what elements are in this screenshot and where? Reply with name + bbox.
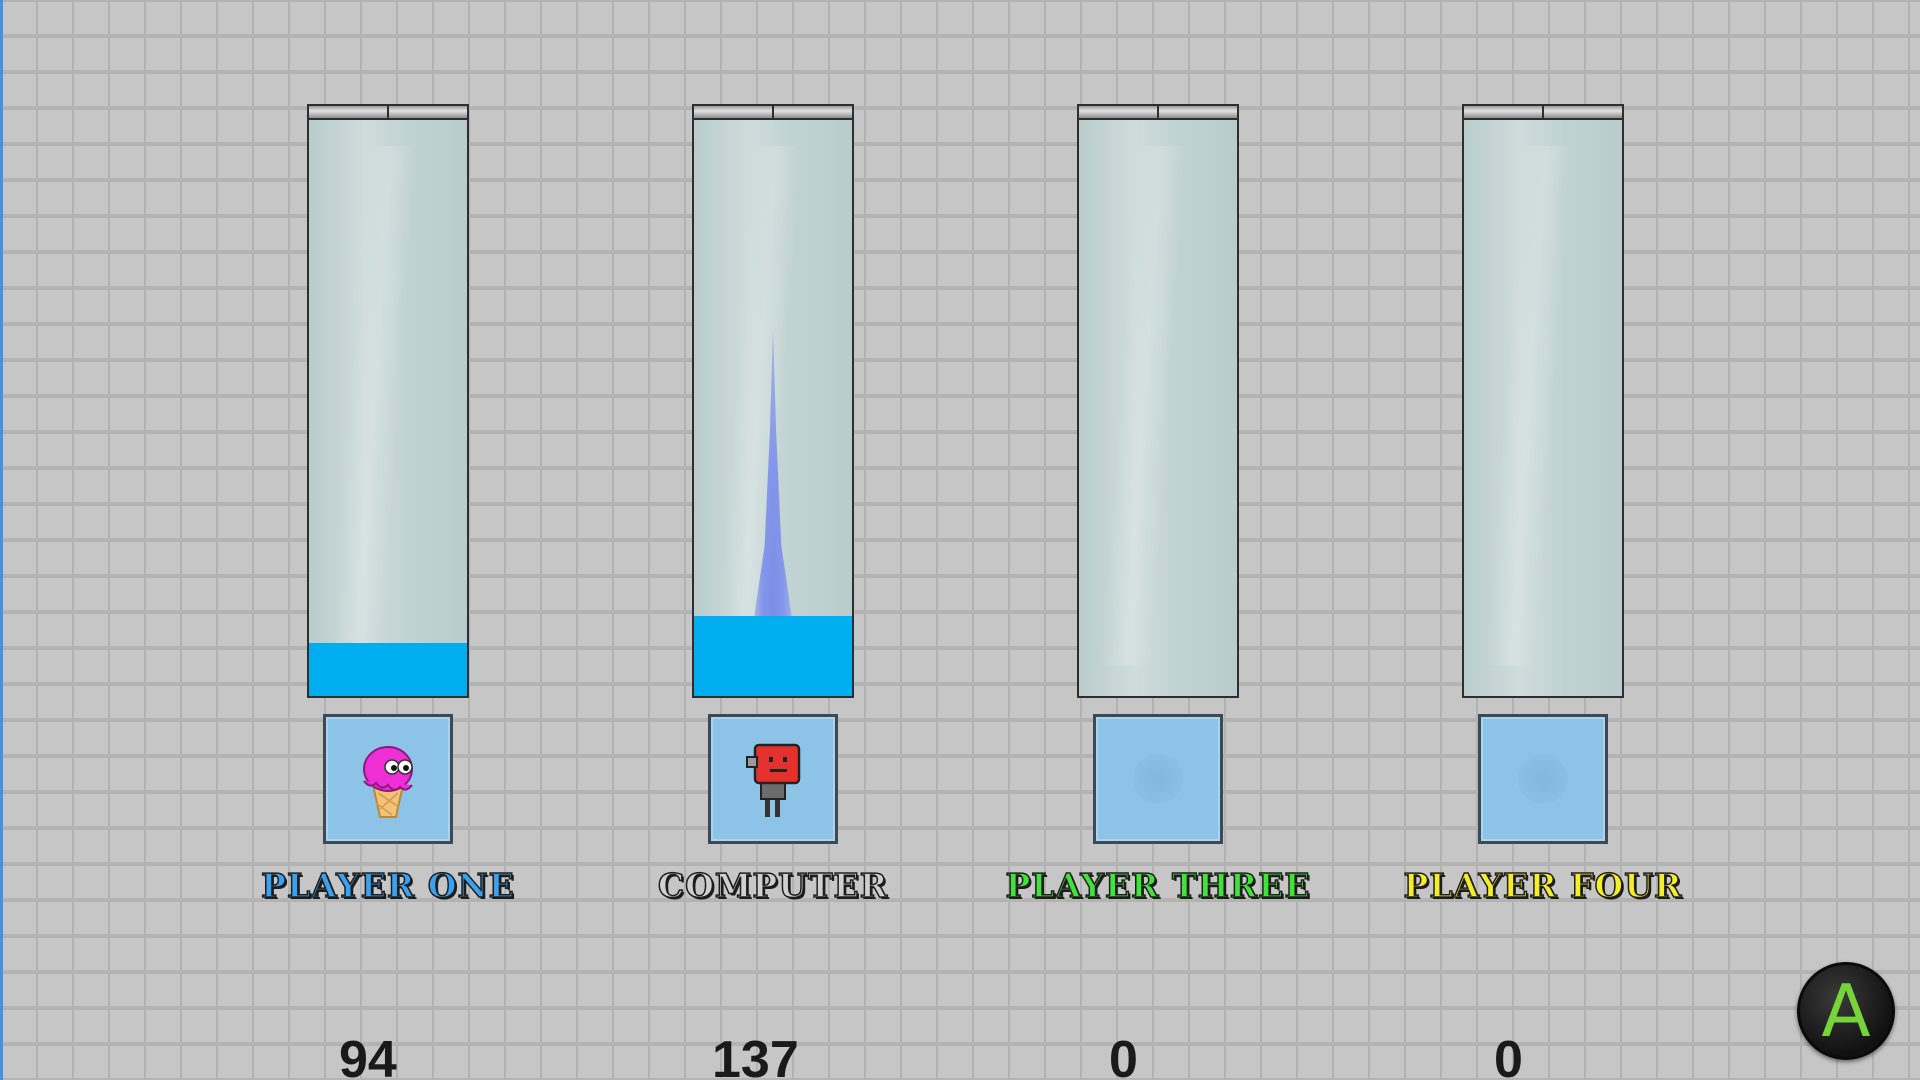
window-edge [0,0,3,1080]
empty-slot-icon [1133,754,1183,804]
player-avatar-empty[interactable] [1478,714,1608,844]
tube-fill [309,642,467,696]
player-name: PLAYER THREE [1005,865,1311,906]
player-avatar[interactable] [708,714,838,844]
tube-fill [694,616,852,696]
ice-cream-character-icon [363,746,413,818]
player-score: 94 [339,1031,397,1080]
player-name: COMPUTER [657,865,889,906]
player-avatar[interactable] [323,714,453,844]
tube-cap [1464,106,1622,120]
player-score: 0 [1109,1031,1138,1080]
player-name: PLAYER ONE [260,865,515,906]
fill-tube [1462,104,1624,698]
empty-slot-icon [1518,754,1568,804]
tube-cap [1079,106,1237,120]
player-name: PLAYER FOUR [1403,865,1683,906]
player-score: 137 [712,1031,799,1080]
player-score: 0 [1494,1031,1523,1080]
fill-tube [1077,104,1239,698]
brick-wall-background [0,0,1920,1080]
robot-character-icon [746,743,801,817]
tube-cap [309,106,467,120]
a-button-icon[interactable]: A [1797,962,1895,1060]
tube-cap [694,106,852,120]
fill-tube [307,104,469,698]
player-avatar-empty[interactable] [1093,714,1223,844]
fill-tube [692,104,854,698]
